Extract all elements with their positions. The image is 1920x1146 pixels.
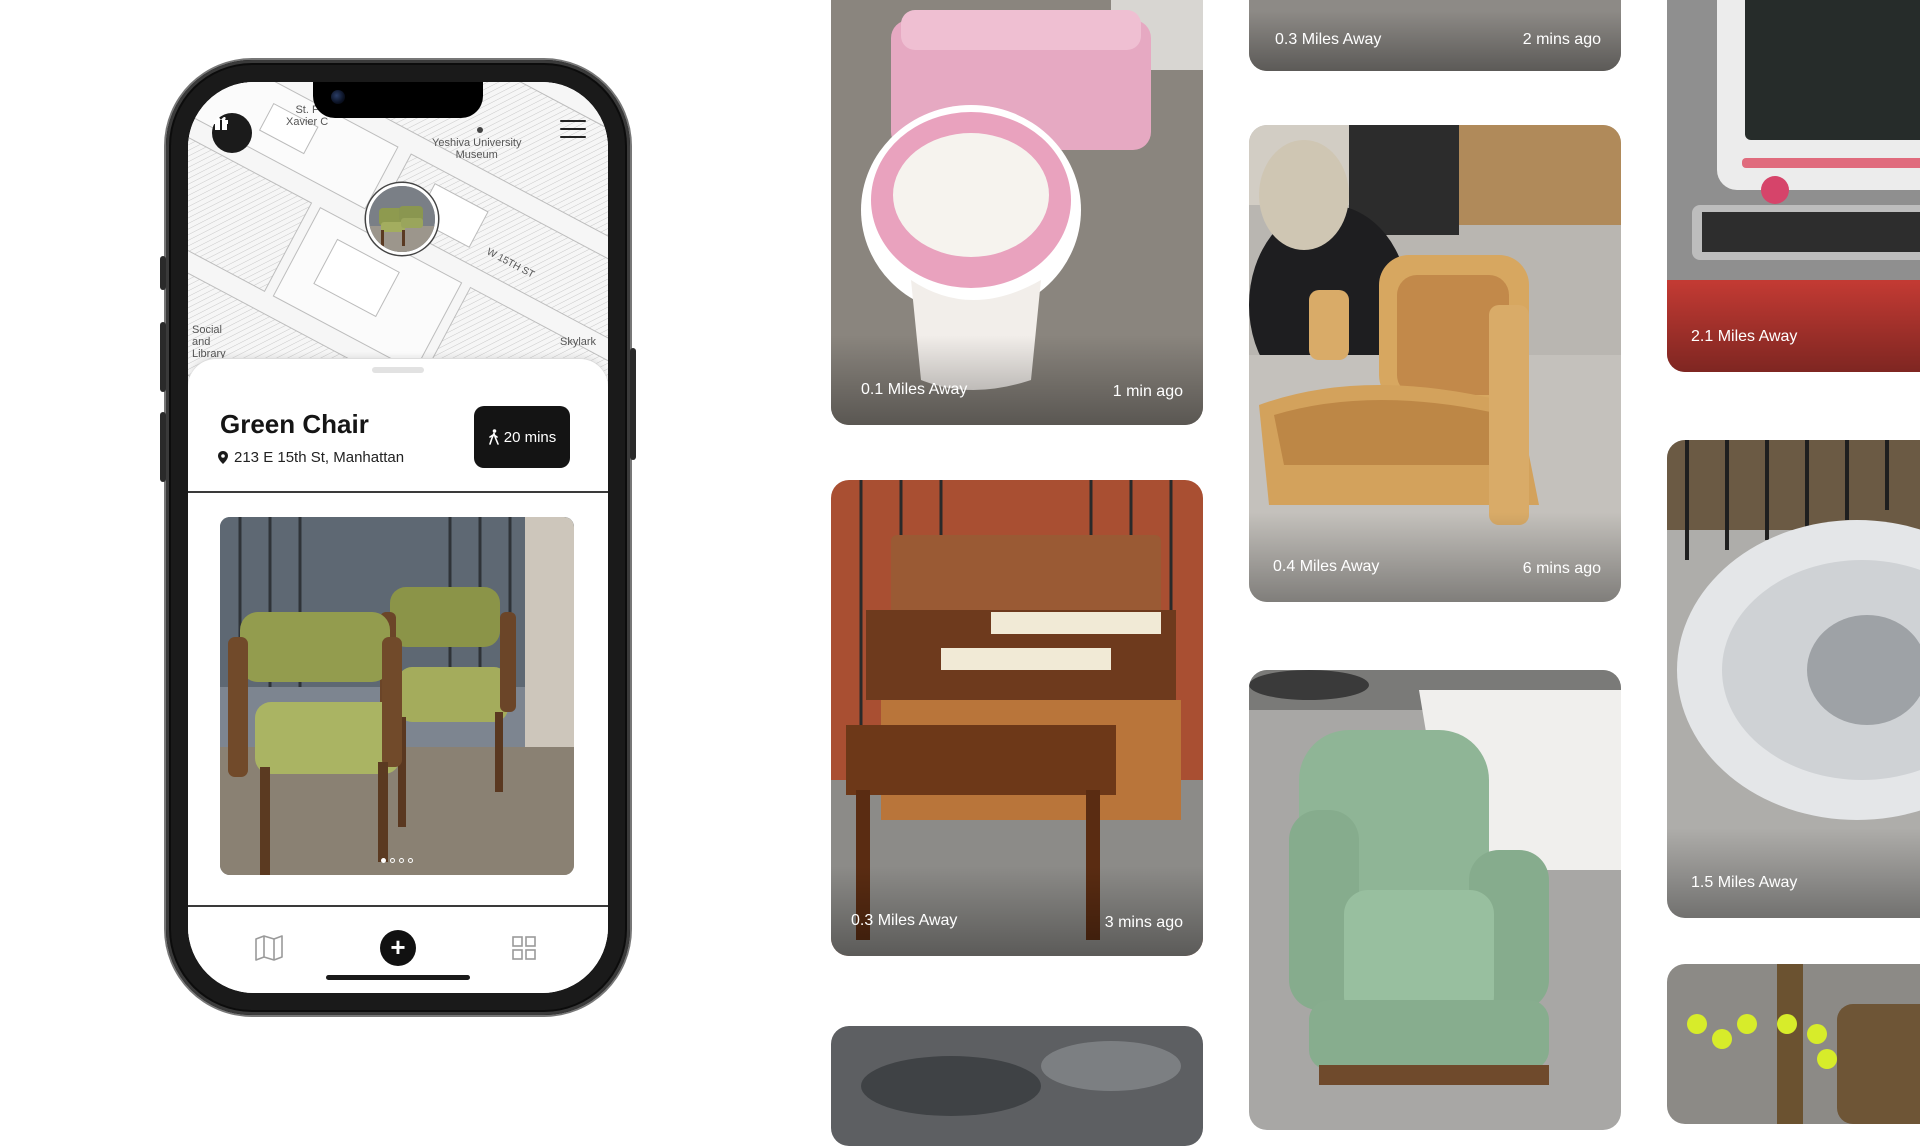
item-address-text: 213 E 15th St, Manhattan xyxy=(234,449,405,466)
card-distance: 0.3 Miles Away xyxy=(851,912,958,929)
card-time: 2 mins ago xyxy=(1522,31,1601,48)
camera-icon xyxy=(331,90,345,104)
map-label-street-edge: eet xyxy=(192,86,208,98)
card-distance: 2.1 Miles Away xyxy=(1691,328,1798,345)
feed-card-partial-top[interactable]: 0.3 Miles Away 2 mins ago xyxy=(1249,0,1621,71)
carousel-dot-1[interactable] xyxy=(381,858,386,863)
card-time: 1 min ago xyxy=(1112,383,1183,400)
card-shade xyxy=(831,866,1203,956)
carousel-dots[interactable] xyxy=(220,858,574,863)
location-pin-icon xyxy=(218,451,228,464)
feed-card-toilet[interactable]: 0.1 Miles Away 1 min ago xyxy=(831,0,1203,425)
walk-directions-button[interactable]: 20 mins xyxy=(474,406,570,468)
item-title: Green Chair xyxy=(220,409,369,439)
gift-button[interactable] xyxy=(212,113,252,153)
feed-card-green-armchair[interactable] xyxy=(1249,670,1621,1130)
map-label-yeshiva: Yeshiva University Museum xyxy=(432,137,522,161)
card-distance: 0.1 Miles Away xyxy=(861,381,968,398)
feed-card-partial-bottom[interactable] xyxy=(831,1026,1203,1146)
volume-down-button xyxy=(160,412,166,482)
home-indicator xyxy=(326,975,470,980)
notch xyxy=(313,82,483,118)
feed-photo-tennis-planter xyxy=(1667,964,1920,1124)
item-photo xyxy=(220,517,574,875)
feed-card-organ[interactable]: 0.3 Miles Away 3 mins ago xyxy=(831,480,1203,956)
map-label-skylark: Skylark xyxy=(560,336,597,348)
feed-card-imac[interactable]: 2.1 Miles Away xyxy=(1667,0,1920,372)
card-distance: 1.5 Miles Away xyxy=(1691,874,1798,891)
walking-person-icon xyxy=(488,429,499,445)
mute-switch xyxy=(160,256,166,290)
gift-icon xyxy=(214,116,228,130)
item-photo-carousel[interactable] xyxy=(220,517,574,875)
walk-time: 20 mins xyxy=(503,428,557,446)
map-tab-icon[interactable] xyxy=(254,934,284,962)
hamburger-menu-icon[interactable] xyxy=(560,120,586,140)
card-time: 6 mins ago xyxy=(1522,560,1601,577)
card-distance: 0.4 Miles Away xyxy=(1273,558,1380,575)
phone-mockup: St. F Xavier C eet Yeshiva University Muse… xyxy=(160,60,636,1015)
feed-photo-partial xyxy=(831,1026,1203,1146)
map-label-social: Social and Library xyxy=(192,324,226,360)
pin-thumbnail xyxy=(369,186,435,252)
divider xyxy=(188,491,608,493)
card-shade xyxy=(1667,828,1920,918)
carousel-dot-4[interactable] xyxy=(408,858,413,863)
carousel-dot-2[interactable] xyxy=(390,858,395,863)
item-address: 213 E 15th St, Manhattan xyxy=(218,449,404,466)
map-view[interactable]: St. F Xavier C eet Yeshiva University Muse… xyxy=(188,82,608,382)
card-distance: 0.3 Miles Away xyxy=(1275,31,1382,48)
power-button xyxy=(630,348,636,460)
feed-card-tennis-planter[interactable] xyxy=(1667,964,1920,1124)
volume-up-button xyxy=(160,322,166,392)
grid-tab-icon[interactable] xyxy=(512,936,536,960)
feed-card-wicker-chair[interactable]: 0.4 Miles Away 6 mins ago xyxy=(1249,125,1621,602)
sheet-grabber[interactable] xyxy=(372,367,424,373)
phone-screen: St. F Xavier C eet Yeshiva University Muse… xyxy=(188,82,608,993)
add-item-button[interactable]: + xyxy=(380,930,416,966)
card-shade xyxy=(1249,512,1621,602)
card-shade xyxy=(1667,282,1920,372)
card-shade xyxy=(831,335,1203,425)
feed-card-glass-bowl[interactable]: 1.5 Miles Away xyxy=(1667,440,1920,918)
item-detail-sheet: Green Chair 213 E 15th St, Manhattan 20 … xyxy=(188,359,608,993)
tabbar-divider xyxy=(188,905,608,907)
card-time: 3 mins ago xyxy=(1104,914,1183,931)
feed-photo-green-armchair xyxy=(1249,670,1621,1130)
carousel-dot-3[interactable] xyxy=(399,858,404,863)
item-map-pin[interactable] xyxy=(366,183,438,255)
